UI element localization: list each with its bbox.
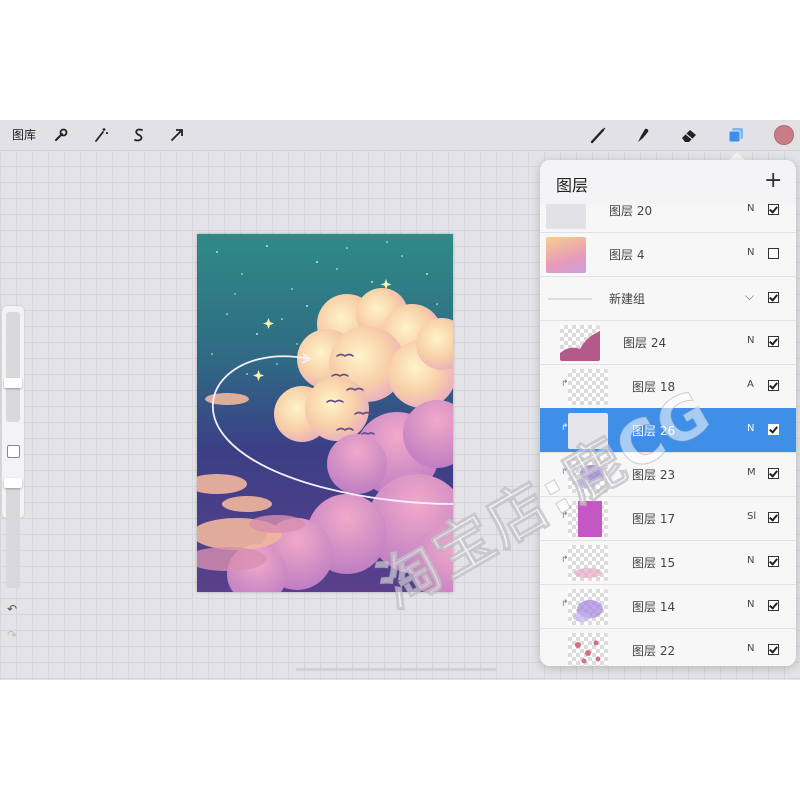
layer-thumbnail [568, 545, 608, 581]
eraser-icon[interactable] [680, 126, 698, 144]
brush-size-handle[interactable] [4, 378, 22, 388]
color-picker-button[interactable] [774, 125, 794, 145]
brush-icon[interactable] [589, 126, 607, 144]
visibility-checkbox[interactable] [768, 380, 779, 391]
visibility-checkbox[interactable] [768, 336, 779, 347]
visibility-checkbox[interactable] [768, 468, 779, 479]
layers-panel-title: 图层 [556, 176, 589, 195]
visibility-checkbox[interactable] [768, 512, 779, 523]
blend-mode-button[interactable]: N [747, 643, 754, 654]
top-toolbar: 图库 [0, 120, 800, 151]
home-indicator [296, 668, 496, 671]
visibility-checkbox[interactable] [768, 292, 779, 303]
layer-row[interactable]: 图层 20 N [540, 204, 796, 233]
layer-name: 图层 22 [632, 644, 676, 658]
smudge-icon[interactable] [633, 126, 651, 144]
panel-pointer [729, 152, 745, 160]
layer-thumbnail [546, 237, 586, 273]
layer-thumbnail [560, 325, 600, 361]
blend-mode-button[interactable]: N [747, 599, 754, 610]
group-divider [548, 298, 592, 300]
visibility-checkbox[interactable] [768, 248, 779, 259]
group-name: 新建组 [609, 292, 646, 306]
visibility-checkbox[interactable] [768, 424, 779, 435]
brush-size-slider[interactable] [6, 312, 20, 422]
layer-thumbnail [568, 633, 608, 666]
modify-button[interactable] [7, 445, 20, 458]
layer-row[interactable]: ↱ 图层 15 N [540, 540, 796, 585]
layers-icon[interactable] [727, 126, 745, 144]
procreate-app: 图库 ↶ ↷ 图层 + 图层 20 N 图层 4 N 新建组 ⌵ 图层 24 N… [0, 120, 800, 680]
blend-mode-button[interactable]: N [747, 204, 754, 214]
gallery-button[interactable]: 图库 [12, 120, 36, 150]
wrench-icon[interactable] [52, 126, 70, 144]
opacity-slider[interactable] [6, 478, 20, 588]
layer-group-row[interactable]: 新建组 ⌵ [540, 276, 796, 321]
layer-name: 图层 14 [632, 600, 676, 614]
blend-mode-button[interactable]: Sl [747, 511, 756, 522]
layer-name: 图层 20 [609, 204, 653, 218]
layer-name: 图层 15 [632, 556, 676, 570]
blend-mode-button[interactable]: N [747, 423, 754, 434]
layer-thumbnail [546, 204, 586, 229]
layer-name: 图层 4 [609, 248, 645, 262]
selection-s-icon[interactable] [130, 126, 148, 144]
transform-arrow-icon[interactable] [168, 126, 186, 144]
layer-row[interactable]: 图层 24 N [540, 320, 796, 365]
layer-row[interactable]: 图层 4 N [540, 232, 796, 277]
left-sidebar: ↶ ↷ [2, 306, 24, 642]
opacity-handle[interactable] [4, 478, 22, 488]
blend-mode-button[interactable]: N [747, 335, 754, 346]
blend-mode-button[interactable]: M [747, 467, 756, 478]
layer-thumbnail [568, 369, 608, 405]
layer-name: 图层 17 [632, 512, 676, 526]
blend-mode-button[interactable]: N [747, 247, 754, 258]
add-layer-button[interactable]: + [764, 168, 782, 193]
layer-thumbnail [568, 589, 608, 625]
magic-wand-icon[interactable] [92, 126, 110, 144]
redo-button[interactable]: ↷ [7, 628, 17, 642]
undo-button[interactable]: ↶ [7, 602, 17, 616]
chevron-down-icon[interactable]: ⌵ [745, 289, 754, 304]
layer-row[interactable]: 图层 22 N [540, 628, 796, 666]
visibility-checkbox[interactable] [768, 600, 779, 611]
layer-name: 图层 24 [623, 336, 667, 350]
visibility-checkbox[interactable] [768, 556, 779, 567]
visibility-checkbox[interactable] [768, 644, 779, 655]
blend-mode-button[interactable]: A [747, 379, 754, 390]
blend-mode-button[interactable]: N [747, 555, 754, 566]
layer-row[interactable]: ↱ 图层 14 N [540, 584, 796, 629]
visibility-checkbox[interactable] [768, 204, 779, 215]
